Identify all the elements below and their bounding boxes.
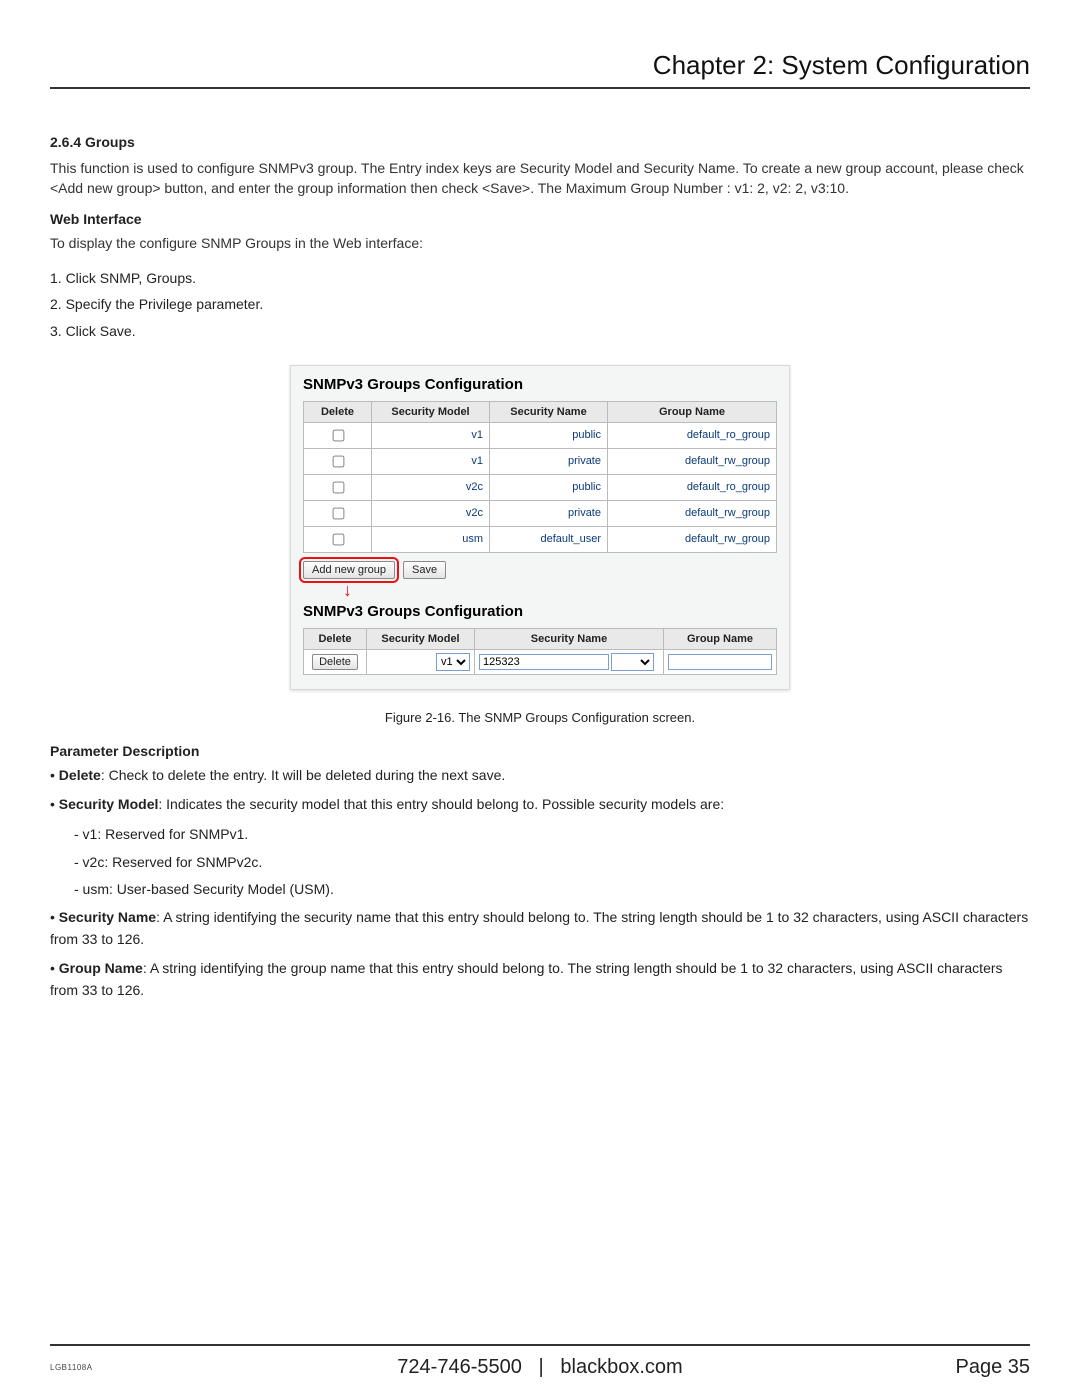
param-list: • Delete: Check to delete the entry. It … <box>50 765 1030 1002</box>
cell-name: private <box>490 500 608 526</box>
group-name-input[interactable] <box>668 654 772 670</box>
add-new-group-button[interactable]: Add new group <box>303 561 395 579</box>
snmp-panel: SNMPv3 Groups Configuration Delete Secur… <box>290 365 790 690</box>
page-footer: LGB1108A 724-746-5500 | blackbox.com Pag… <box>50 1344 1030 1379</box>
footer-phone: 724-746-5500 <box>397 1356 522 1378</box>
table-row: Delete v1 <box>304 649 777 674</box>
cell-group: default_rw_group <box>608 526 777 552</box>
save-button[interactable]: Save <box>403 561 446 579</box>
table-row: v1 public default_ro_group <box>304 422 777 448</box>
cell-model: v1 <box>372 422 490 448</box>
col-security-name: Security Name <box>475 628 664 649</box>
table-row: v1 private default_rw_group <box>304 448 777 474</box>
web-interface-paragraph: To display the configure SNMP Groups in … <box>50 233 1030 253</box>
col-group-name: Group Name <box>608 401 777 422</box>
param-desc-heading: Parameter Description <box>50 743 1030 759</box>
param-sm-usm: - usm: User-based Security Model (USM). <box>74 879 1030 901</box>
groups-table: Delete Security Model Security Name Grou… <box>303 401 777 553</box>
cell-name: default_user <box>490 526 608 552</box>
cell-model: v2c <box>372 500 490 526</box>
panel1-title: SNMPv3 Groups Configuration <box>303 376 777 393</box>
delete-checkbox[interactable] <box>332 455 344 467</box>
cell-name: private <box>490 448 608 474</box>
delete-checkbox[interactable] <box>332 429 344 441</box>
header-rule <box>50 87 1030 89</box>
param-delete-text: : Check to delete the entry. It will be … <box>101 767 505 783</box>
security-name-select[interactable] <box>611 653 654 671</box>
col-delete: Delete <box>304 628 367 649</box>
arrow-down-icon: ↓ <box>343 581 777 599</box>
delete-checkbox[interactable] <box>332 507 344 519</box>
step-2: 2. Specify the Privilege parameter. <box>50 291 1030 318</box>
param-sm-v1: - v1: Reserved for SNMPv1. <box>74 824 1030 846</box>
cell-model: v1 <box>372 448 490 474</box>
delete-row-button[interactable]: Delete <box>312 654 358 670</box>
col-delete: Delete <box>304 401 372 422</box>
param-delete-name: Delete <box>59 767 101 783</box>
security-name-input[interactable] <box>479 654 609 670</box>
step-1: 1. Click SNMP, Groups. <box>50 265 1030 292</box>
param-sn-name: Security Name <box>59 909 156 925</box>
cell-group: default_ro_group <box>608 422 777 448</box>
col-security-model: Security Model <box>372 401 490 422</box>
param-gn-name: Group Name <box>59 960 143 976</box>
param-sn-text: : A string identifying the security name… <box>50 909 1028 947</box>
new-group-table: Delete Security Model Security Name Grou… <box>303 628 777 675</box>
cell-name: public <box>490 422 608 448</box>
footer-sep: | <box>539 1356 544 1378</box>
cell-model: usm <box>372 526 490 552</box>
security-model-select[interactable]: v1 <box>436 653 470 671</box>
delete-checkbox[interactable] <box>332 533 344 545</box>
figure-caption: Figure 2-16. The SNMP Groups Configurati… <box>50 710 1030 725</box>
col-security-model: Security Model <box>367 628 475 649</box>
param-gn-text: : A string identifying the group name th… <box>50 960 1003 998</box>
cell-model: v2c <box>372 474 490 500</box>
intro-paragraph: This function is used to configure SNMPv… <box>50 158 1030 199</box>
panel2-title: SNMPv3 Groups Configuration <box>303 603 777 620</box>
param-sm-name: Security Model <box>59 796 159 812</box>
footer-site: blackbox.com <box>560 1356 682 1378</box>
step-3: 3. Click Save. <box>50 318 1030 345</box>
cell-group: default_ro_group <box>608 474 777 500</box>
web-interface-heading: Web Interface <box>50 211 1030 227</box>
cell-group: default_rw_group <box>608 500 777 526</box>
param-sm-text: : Indicates the security model that this… <box>158 796 724 812</box>
param-sm-v2c: - v2c: Reserved for SNMPv2c. <box>74 852 1030 874</box>
cell-name: public <box>490 474 608 500</box>
table-row: usm default_user default_rw_group <box>304 526 777 552</box>
steps-list: 1. Click SNMP, Groups. 2. Specify the Pr… <box>50 265 1030 345</box>
table-row: v2c private default_rw_group <box>304 500 777 526</box>
section-heading: 2.6.4 Groups <box>50 134 1030 150</box>
table-row: v2c public default_ro_group <box>304 474 777 500</box>
col-group-name: Group Name <box>664 628 777 649</box>
cell-group: default_rw_group <box>608 448 777 474</box>
delete-checkbox[interactable] <box>332 481 344 493</box>
chapter-title: Chapter 2: System Configuration <box>50 50 1030 81</box>
col-security-name: Security Name <box>490 401 608 422</box>
